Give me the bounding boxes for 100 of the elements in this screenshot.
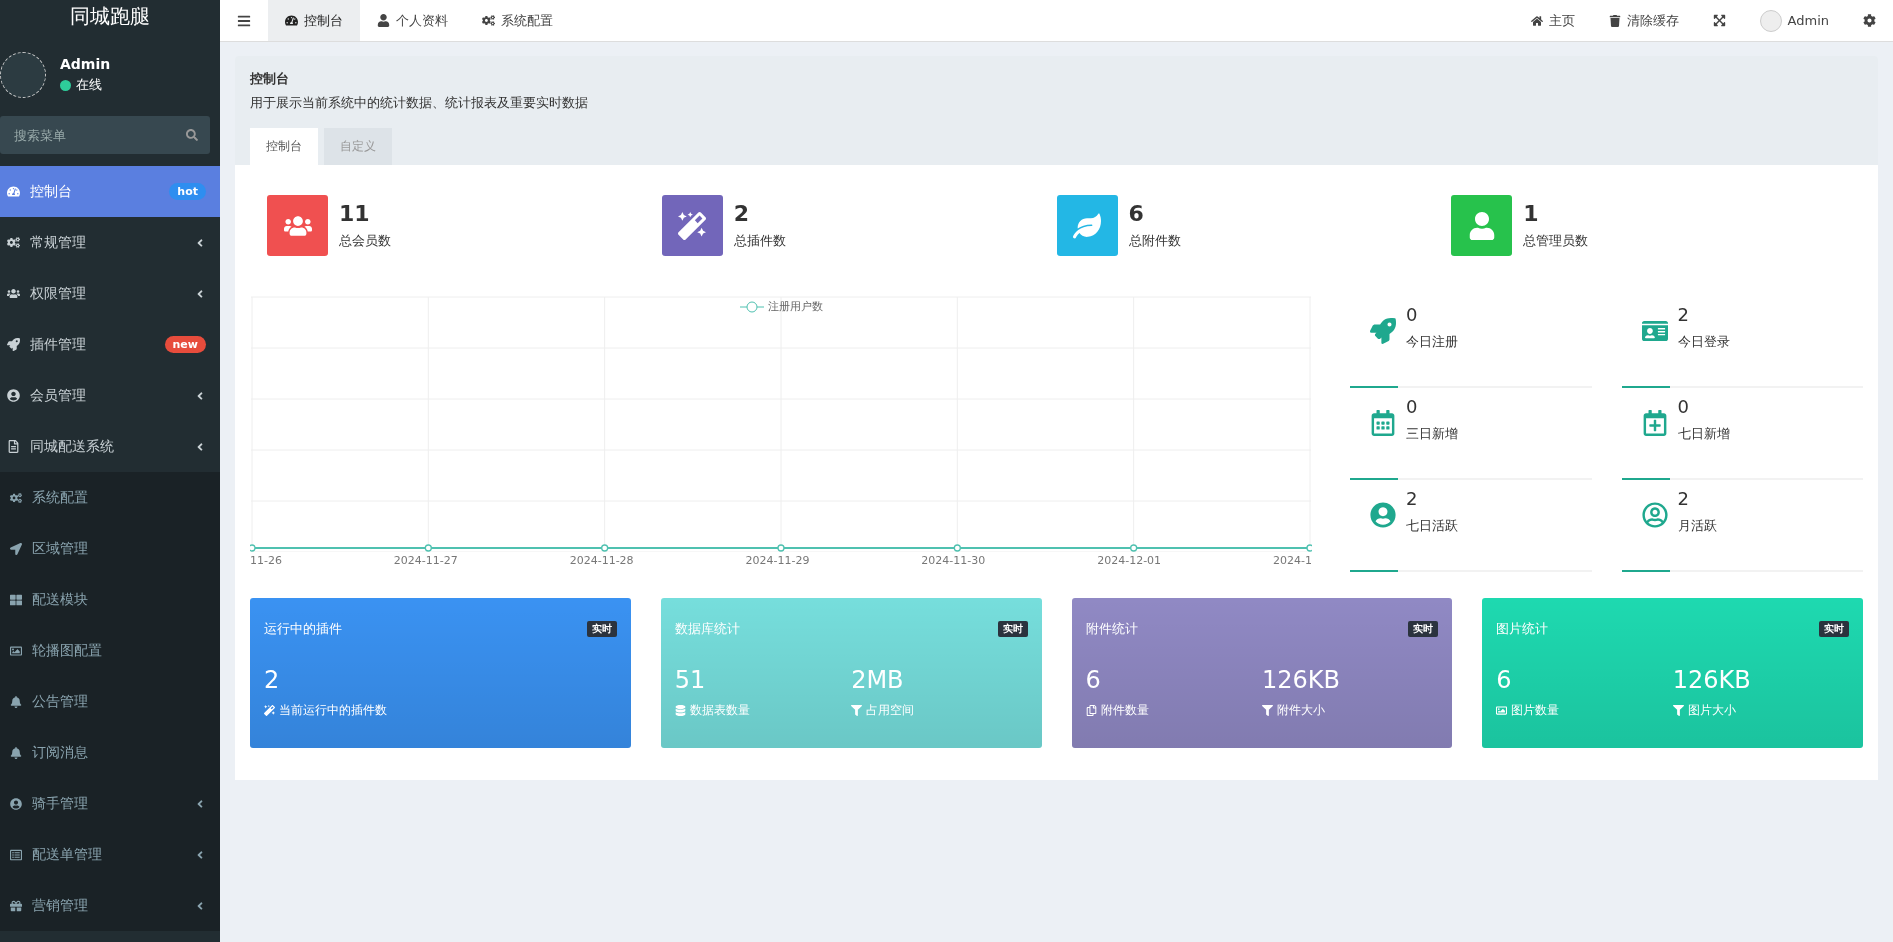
image-icon: [10, 644, 22, 657]
menu-item[interactable]: 配送单管理: [0, 829, 220, 880]
card-title: 图片统计: [1496, 620, 1549, 638]
legend-marker-icon: [739, 300, 764, 313]
realtime-badge: 实时: [1819, 621, 1849, 637]
stat-value: 0: [1677, 396, 1690, 417]
search-field[interactable]: 搜索菜单: [0, 116, 210, 154]
home-icon: [1530, 14, 1543, 27]
stat-label: 今日登录: [1677, 333, 1730, 351]
gift-icon: [10, 899, 22, 912]
legend-label: 注册用户数: [767, 299, 823, 314]
menu-badge: new: [164, 336, 206, 353]
card-label: 数据表数量: [689, 702, 750, 719]
menu-item[interactable]: 营销管理: [0, 880, 220, 931]
app-logo[interactable]: 同城跑腿: [70, 0, 150, 32]
data-point: [424, 544, 432, 552]
users-icon: [7, 287, 20, 300]
data-point: [1306, 544, 1312, 552]
axis-label: 2024-12-01: [1097, 554, 1162, 567]
trash-icon: [1608, 14, 1621, 27]
copy-icon: [1085, 705, 1097, 716]
stat-value: 0: [1406, 396, 1419, 417]
stat-label: 总管理员数: [1523, 232, 1589, 250]
axis-label: 11-26: [250, 554, 282, 567]
fullscreen-icon[interactable]: [1712, 14, 1726, 27]
card-label: 图片数量: [1511, 702, 1560, 719]
rocket-icon: [1370, 318, 1396, 344]
data-point: [1130, 544, 1138, 552]
stat-value: 2: [733, 201, 751, 226]
stat-value: 2: [1677, 488, 1690, 509]
stat-value: 0: [1406, 304, 1419, 325]
card-label: 图片大小: [1687, 702, 1736, 719]
stat-label: 三日新增: [1406, 425, 1458, 443]
axis-label: 2024-11-27: [393, 554, 458, 567]
search-icon[interactable]: [186, 129, 198, 141]
filter-icon: [1261, 705, 1273, 716]
menu-badge: hot: [169, 183, 206, 200]
grid-icon: [10, 593, 22, 606]
stat-label: 总插件数: [733, 232, 786, 250]
realtime-badge: 实时: [997, 621, 1028, 637]
page-description: 用于展示当前系统中的统计数据、统计报表及重要实时数据: [250, 94, 589, 112]
card-value: 6: [1496, 666, 1513, 694]
rocket-icon: [7, 338, 20, 351]
menu-item[interactable]: 订阅消息: [0, 727, 220, 778]
gears-icon: [482, 14, 495, 27]
realtime-badge: 实时: [586, 621, 617, 637]
document-icon: [7, 440, 20, 453]
card-value: 2: [264, 666, 281, 694]
realtime-badge: 实时: [1408, 621, 1439, 637]
filter-icon: [851, 705, 863, 716]
menu-item[interactable]: 公告管理: [0, 676, 220, 727]
calendar-icon: [1370, 410, 1396, 436]
stat-label: 七日新增: [1677, 425, 1730, 443]
stat-value: 11: [339, 201, 371, 226]
card-title: 附件统计: [1085, 620, 1138, 638]
id-card-icon: [1641, 318, 1668, 344]
settings-icon[interactable]: [1863, 14, 1876, 27]
avatar-placeholder: [1759, 9, 1782, 32]
card-label: 占用空间: [866, 702, 915, 719]
menu-item[interactable]: 配送模块: [0, 574, 220, 625]
user-name: Admin: [60, 56, 111, 72]
stat-label: 总会员数: [339, 232, 391, 250]
data-point: [601, 544, 609, 552]
stat-value: 6: [1128, 201, 1145, 226]
image-icon: [1496, 705, 1508, 716]
card-title: 数据库统计: [674, 620, 740, 638]
card-label: 当前运行中的插件数: [279, 702, 387, 719]
magic-wand-icon: [264, 705, 275, 716]
dashboard-icon: [285, 14, 298, 27]
avatar-placeholder: [0, 52, 46, 98]
stat-label: 总附件数: [1128, 232, 1181, 250]
bell-icon: [10, 746, 22, 759]
database-icon: [674, 705, 686, 716]
nav-tab[interactable]: 控制台: [268, 0, 360, 41]
content-tab[interactable]: 控制台: [250, 128, 318, 165]
card-label: 附件数量: [1100, 702, 1149, 719]
page-title: 控制台: [250, 70, 290, 88]
menu-item[interactable]: 控制台 hot: [0, 166, 220, 217]
dashboard-icon: [7, 185, 20, 198]
stat-label: 七日活跃: [1406, 517, 1458, 535]
stat-value: 1: [1523, 201, 1540, 226]
search-input[interactable]: 搜索菜单: [12, 116, 186, 154]
data-point: [953, 544, 961, 552]
stat-value: 2: [1406, 488, 1419, 509]
user-status: 在线: [76, 76, 102, 94]
card-value: 6: [1085, 666, 1102, 694]
stat-value: 2: [1677, 304, 1690, 325]
menu-item[interactable]: 区域管理: [0, 523, 220, 574]
axis-label: 2024-11-30: [921, 554, 986, 567]
card-value: 126KB: [1261, 666, 1341, 694]
filter-icon: [1672, 705, 1684, 716]
gears-icon: [10, 491, 22, 504]
card-value: 51: [674, 666, 707, 694]
calendar-plus-icon: [1641, 410, 1668, 436]
stat-label: 今日注册: [1406, 333, 1458, 351]
menu-icon[interactable]: [237, 13, 251, 28]
menu-item[interactable]: 系统配置: [0, 472, 220, 523]
menu-item[interactable]: 骑手管理: [0, 778, 220, 829]
menu-item[interactable]: 轮播图配置: [0, 625, 220, 676]
user-icon: [377, 14, 390, 27]
